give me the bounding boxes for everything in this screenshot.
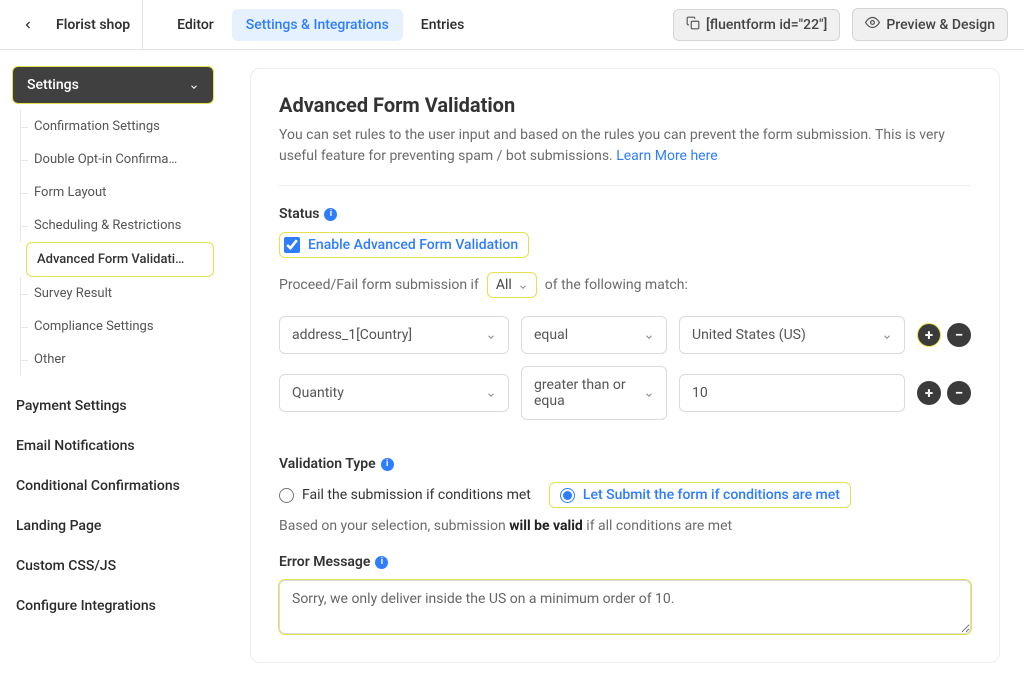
validation-type-label: Validation Type i <box>279 456 971 472</box>
page-description: You can set rules to the user input and … <box>279 125 971 167</box>
radio-fail-input[interactable] <box>279 488 294 503</box>
radio-allow-label: Let Submit the form if conditions are me… <box>583 487 840 503</box>
chevron-down-icon <box>518 280 528 290</box>
sidebar-link-email-notifications[interactable]: Email Notifications <box>12 426 214 466</box>
preview-label: Preview & Design <box>886 17 995 33</box>
remove-condition-button[interactable]: − <box>947 323 971 347</box>
tab-editor[interactable]: Editor <box>163 9 228 41</box>
status-label-text: Status <box>279 206 319 222</box>
sidebar-link-configure-integrations[interactable]: Configure Integrations <box>12 586 214 626</box>
desc-text: You can set rules to the user input and … <box>279 127 945 164</box>
page-title: Advanced Form Validation <box>279 93 971 117</box>
condition-operator-select[interactable]: equal <box>521 316 667 354</box>
copy-icon <box>686 16 700 34</box>
sidebar-link-custom-css-js[interactable]: Custom CSS/JS <box>12 546 214 586</box>
radio-fail-option[interactable]: Fail the submission if conditions met <box>279 487 531 503</box>
info-icon[interactable]: i <box>381 458 394 471</box>
settings-card: Advanced Form Validation You can set rul… <box>250 68 1000 663</box>
learn-more-link[interactable]: Learn More here <box>616 148 717 164</box>
condition-field-value: Quantity <box>292 385 344 401</box>
condition-operator-value: equal <box>534 327 568 343</box>
sidebar-item-form-layout[interactable]: Form Layout <box>12 176 214 209</box>
chevron-down-icon <box>189 80 199 90</box>
condition-field-select[interactable]: Quantity <box>279 374 509 412</box>
sidebar-link-payment-settings[interactable]: Payment Settings <box>12 386 214 426</box>
condition-value-text: 10 <box>692 385 708 401</box>
chevron-down-icon <box>644 388 654 398</box>
sidebar-item-confirmation-settings[interactable]: Confirmation Settings <box>12 110 214 143</box>
sidebar-item-survey-result[interactable]: Survey Result <box>12 277 214 310</box>
form-title: Florist shop <box>44 0 143 49</box>
condition-value-select[interactable]: United States (US) <box>679 316 905 354</box>
sidebar-item-compliance-settings[interactable]: Compliance Settings <box>12 310 214 343</box>
hint-bold: will be valid <box>509 518 583 534</box>
condition-value-input[interactable]: 10 <box>679 374 905 412</box>
remove-condition-button[interactable]: − <box>947 381 971 405</box>
condition-field-value: address_1[Country] <box>292 327 412 343</box>
sidebar: Settings Confirmation Settings Double Op… <box>0 50 226 681</box>
sidebar-item-advanced-form-validation[interactable]: Advanced Form Validati… <box>26 242 214 277</box>
match-mode-select[interactable]: All <box>487 272 537 298</box>
add-condition-button[interactable]: + <box>917 381 941 405</box>
validation-type-label-text: Validation Type <box>279 456 376 472</box>
radio-allow-option[interactable]: Let Submit the form if conditions are me… <box>549 482 851 508</box>
condition-operator-select[interactable]: greater than or equa <box>521 366 667 420</box>
eye-icon <box>865 15 880 34</box>
match-mode-value: All <box>496 277 512 293</box>
tab-entries[interactable]: Entries <box>407 9 479 41</box>
sidebar-link-landing-page[interactable]: Landing Page <box>12 506 214 546</box>
shortcode-text: [fluentform id="22"] <box>706 17 827 33</box>
add-condition-button[interactable]: + <box>917 323 941 347</box>
radio-fail-label: Fail the submission if conditions met <box>302 487 531 503</box>
sentence-a: Proceed/Fail form submission if <box>279 277 479 293</box>
sidebar-group-label: Settings <box>27 77 79 93</box>
error-message-input[interactable]: Sorry, we only deliver inside the US on … <box>279 580 971 634</box>
enable-validation-label: Enable Advanced Form Validation <box>308 237 518 253</box>
radio-allow-input[interactable] <box>560 488 575 503</box>
condition-row: Quantity greater than or equa 10 + − <box>279 366 971 420</box>
tab-settings-integrations[interactable]: Settings & Integrations <box>232 9 403 41</box>
info-icon[interactable]: i <box>324 208 337 221</box>
sidebar-item-double-optin[interactable]: Double Opt-in Confirma… <box>12 143 214 176</box>
hint-b: if all conditions are met <box>583 518 732 534</box>
error-message-label: Error Message i <box>279 554 971 570</box>
error-label-text: Error Message <box>279 554 370 570</box>
enable-validation-checkbox-row[interactable]: Enable Advanced Form Validation <box>279 232 529 258</box>
sidebar-link-conditional-confirmations[interactable]: Conditional Confirmations <box>12 466 214 506</box>
info-icon[interactable]: i <box>375 556 388 569</box>
enable-validation-checkbox[interactable] <box>284 237 300 253</box>
condition-operator-value: greater than or equa <box>534 377 644 409</box>
condition-value-text: United States (US) <box>692 327 806 343</box>
condition-row: address_1[Country] equal United States (… <box>279 316 971 354</box>
chevron-down-icon <box>486 330 496 340</box>
sentence-b: of the following match: <box>545 277 688 293</box>
status-label: Status i <box>279 206 971 222</box>
condition-field-select[interactable]: address_1[Country] <box>279 316 509 354</box>
chevron-down-icon <box>486 388 496 398</box>
sidebar-item-other[interactable]: Other <box>12 343 214 376</box>
chevron-down-icon <box>882 330 892 340</box>
match-sentence: Proceed/Fail form submission if All of t… <box>279 272 971 298</box>
hint-a: Based on your selection, submission <box>279 518 509 534</box>
preview-design-button[interactable]: Preview & Design <box>852 8 1008 41</box>
back-button[interactable] <box>16 13 40 37</box>
chevron-down-icon <box>644 330 654 340</box>
sidebar-item-scheduling-restrictions[interactable]: Scheduling & Restrictions <box>12 209 214 242</box>
shortcode-display[interactable]: [fluentform id="22"] <box>673 9 840 41</box>
sidebar-group-settings[interactable]: Settings <box>12 66 214 104</box>
validation-hint: Based on your selection, submission will… <box>279 518 971 534</box>
